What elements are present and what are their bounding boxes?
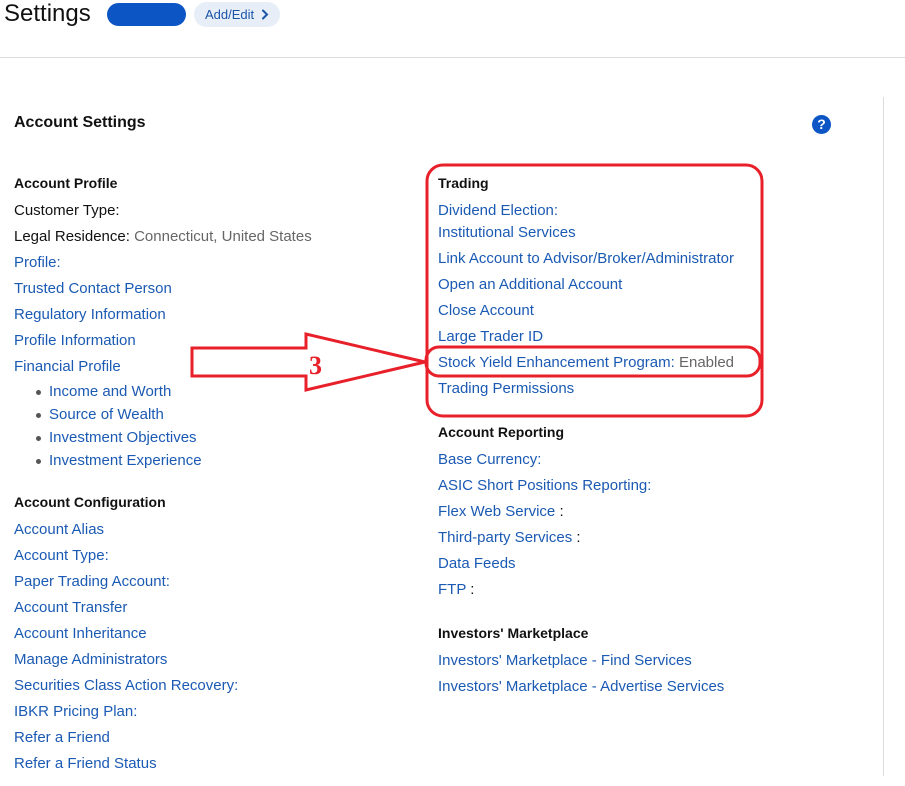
link-open-additional-account[interactable]: Open an Additional Account (438, 276, 622, 294)
section-heading-investors-marketplace: Investors' Marketplace (438, 625, 589, 641)
add-edit-label: Add/Edit (205, 7, 255, 22)
link-profile-information[interactable]: Profile Information (14, 332, 136, 350)
link-account-transfer[interactable]: Account Transfer (14, 599, 127, 617)
ftp-row: FTP : (438, 581, 474, 599)
link-manage-administrators[interactable]: Manage Administrators (14, 651, 167, 669)
legal-residence-value: Connecticut, United States (134, 228, 312, 245)
help-icon[interactable]: ? (812, 115, 831, 134)
link-income-and-worth[interactable]: Income and Worth (49, 383, 171, 401)
section-heading-account-reporting: Account Reporting (438, 424, 564, 440)
link-investment-experience[interactable]: Investment Experience (49, 452, 202, 470)
bullet (36, 413, 41, 418)
link-account-alias[interactable]: Account Alias (14, 521, 104, 539)
link-dividend-election[interactable]: Dividend Election: (438, 202, 558, 220)
account-selector-pill[interactable] (107, 3, 186, 26)
link-large-trader-id[interactable]: Large Trader ID (438, 328, 543, 346)
ftp-colon: : (466, 581, 475, 598)
flex-row: Flex Web Service : (438, 503, 564, 521)
page-title: Account Settings (14, 114, 146, 131)
link-investment-objectives[interactable]: Investment Objectives (49, 429, 197, 447)
annotation-number: 3 (309, 351, 322, 380)
section-heading-trading: Trading (438, 175, 489, 191)
page-header-title: Settings (4, 0, 91, 27)
third-party-row: Third-party Services : (438, 529, 581, 547)
section-heading-account-configuration: Account Configuration (14, 494, 166, 510)
link-refer-a-friend-status[interactable]: Refer a Friend Status (14, 755, 157, 773)
link-profile[interactable]: Profile: (14, 254, 61, 272)
link-financial-profile[interactable]: Financial Profile (14, 358, 121, 376)
legal-residence-row: Legal Residence: Connecticut, United Sta… (14, 228, 312, 246)
link-data-feeds[interactable]: Data Feeds (438, 555, 516, 573)
third-party-colon: : (576, 529, 581, 546)
link-securities-class-action[interactable]: Securities Class Action Recovery: (14, 677, 238, 695)
link-refer-a-friend[interactable]: Refer a Friend (14, 729, 110, 747)
link-source-of-wealth[interactable]: Source of Wealth (49, 406, 164, 424)
link-close-account[interactable]: Close Account (438, 302, 534, 320)
link-trusted-contact[interactable]: Trusted Contact Person (14, 280, 172, 298)
link-link-account[interactable]: Link Account to Advisor/Broker/Administr… (438, 250, 734, 268)
link-stock-yield-enhancement[interactable]: Stock Yield Enhancement Program: (438, 354, 675, 371)
link-asic-reporting[interactable]: ASIC Short Positions Reporting: (438, 477, 651, 495)
syep-status: Enabled (678, 354, 735, 371)
bullet (36, 459, 41, 464)
chevron-right-icon (262, 9, 269, 20)
flex-colon: : (559, 503, 564, 520)
customer-type-label: Customer Type: (14, 202, 120, 219)
add-edit-button[interactable]: Add/Edit (194, 2, 281, 27)
panel-divider (883, 97, 884, 776)
legal-residence-label: Legal Residence: (14, 228, 130, 245)
link-account-inheritance[interactable]: Account Inheritance (14, 625, 147, 643)
link-trading-permissions[interactable]: Trading Permissions (438, 380, 574, 398)
link-paper-trading-account[interactable]: Paper Trading Account: (14, 573, 170, 591)
link-marketplace-advertise[interactable]: Investors' Marketplace - Advertise Servi… (438, 678, 724, 696)
bullet (36, 390, 41, 395)
syep-row: Stock Yield Enhancement Program: Enabled (438, 354, 734, 372)
link-ftp[interactable]: FTP (438, 581, 466, 598)
link-flex-web-service[interactable]: Flex Web Service (438, 503, 555, 520)
link-regulatory-information[interactable]: Regulatory Information (14, 306, 166, 324)
bullet (36, 436, 41, 441)
link-base-currency[interactable]: Base Currency: (438, 451, 541, 469)
link-third-party-services[interactable]: Third-party Services (438, 529, 572, 546)
header-divider (0, 57, 905, 58)
annotation-arrow (190, 332, 426, 392)
link-account-type[interactable]: Account Type: (14, 547, 109, 565)
section-heading-account-profile: Account Profile (14, 175, 118, 191)
link-ibkr-pricing-plan[interactable]: IBKR Pricing Plan: (14, 703, 137, 721)
link-institutional-services[interactable]: Institutional Services (438, 224, 576, 242)
link-marketplace-find[interactable]: Investors' Marketplace - Find Services (438, 652, 692, 670)
